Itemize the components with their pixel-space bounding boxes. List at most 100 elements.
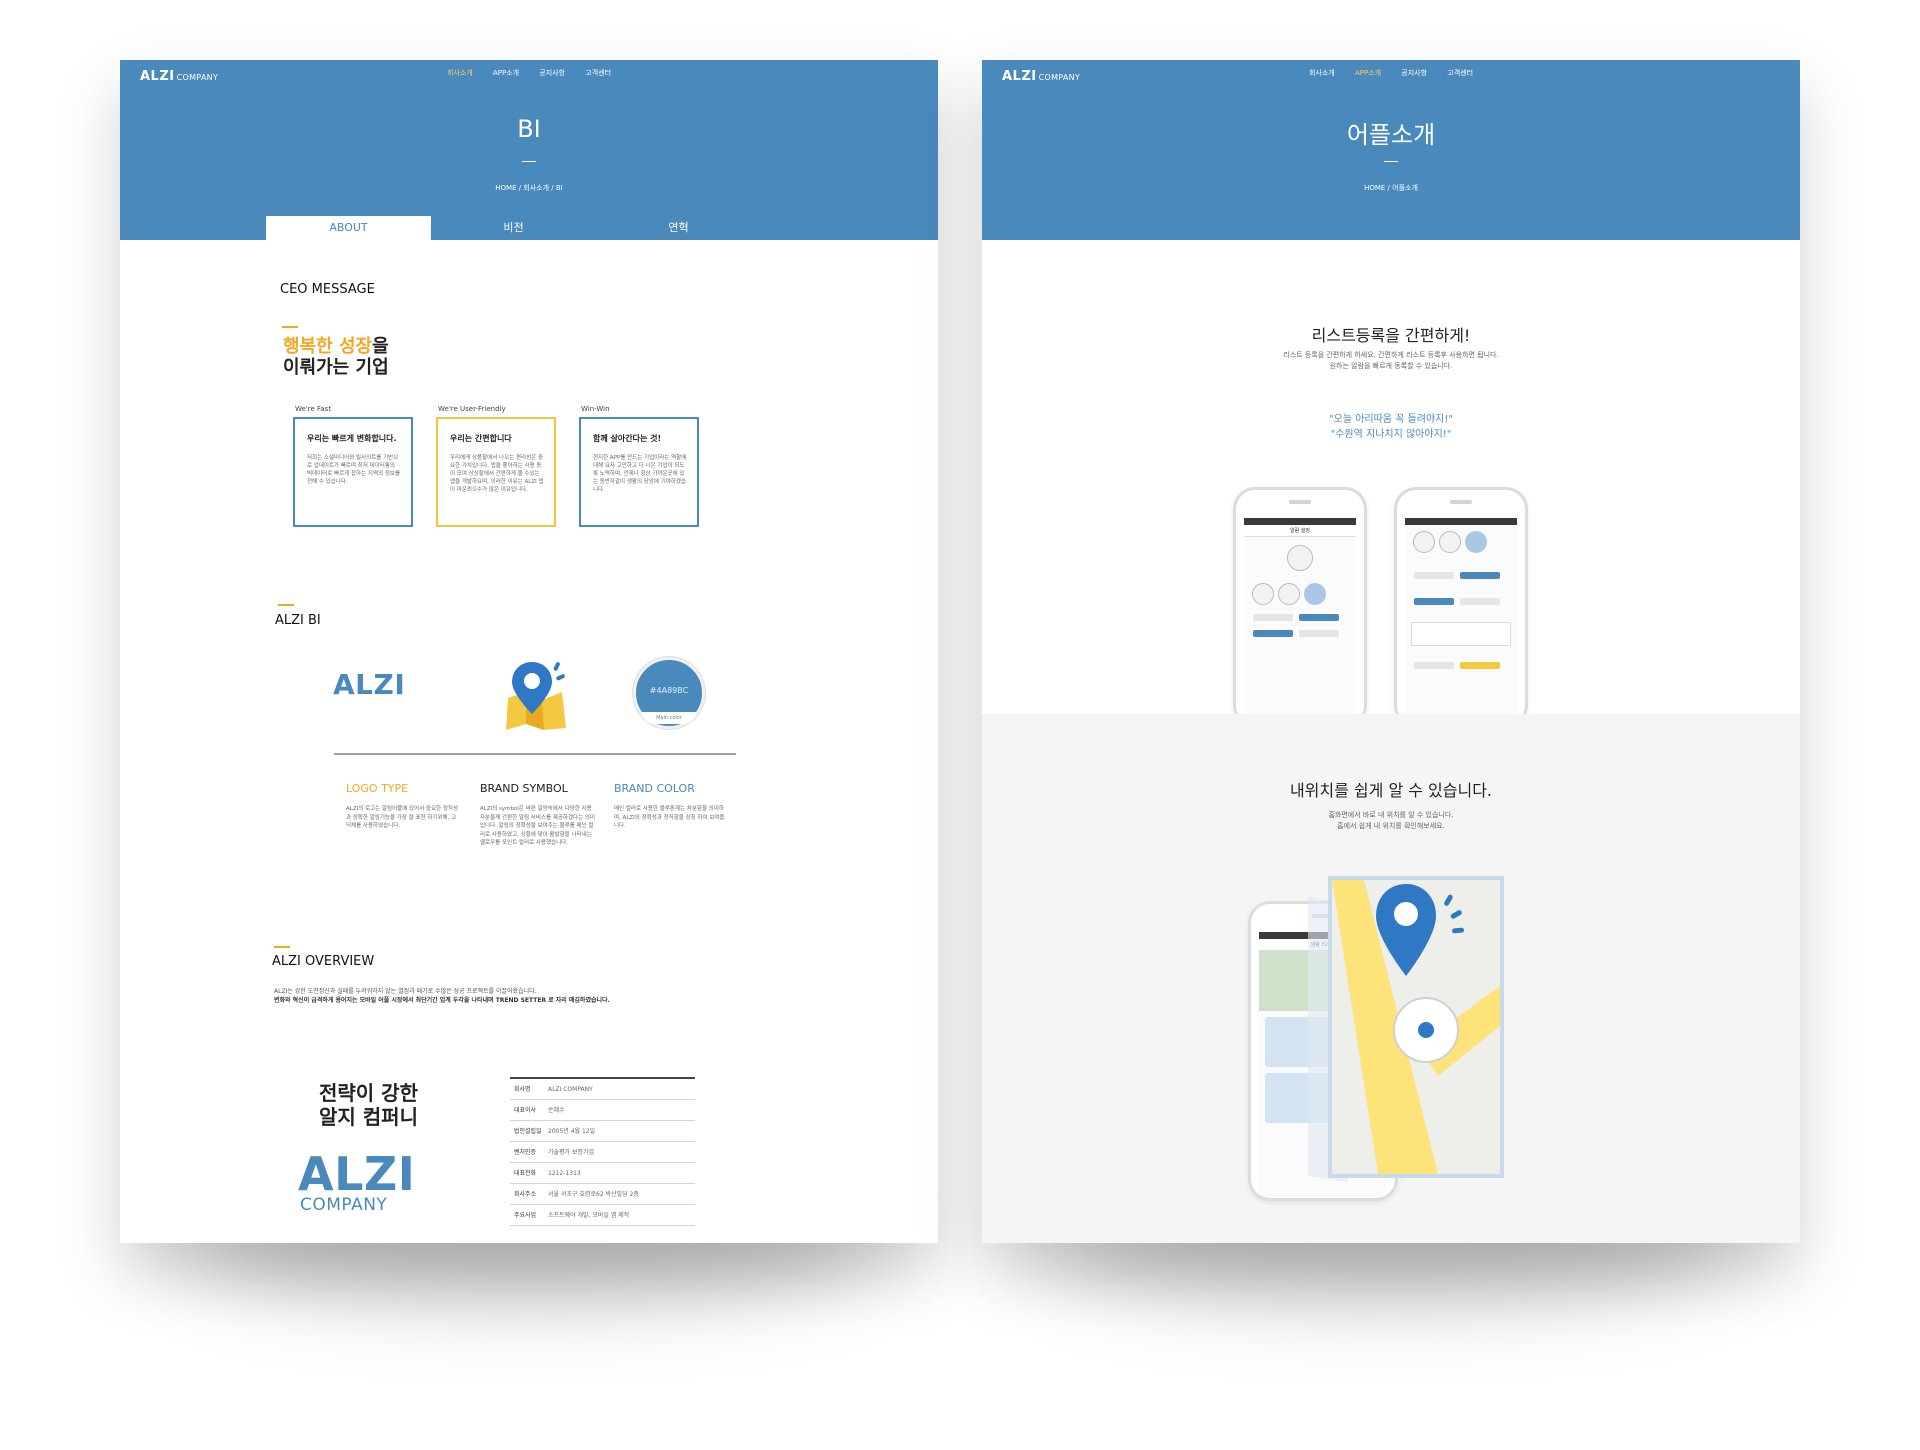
phone-screen <box>1405 518 1517 724</box>
nav-item-notice[interactable]: 공지사항 <box>1401 68 1427 78</box>
phone-mockup-alarm-form <box>1394 487 1528 727</box>
value-label: We're User-Friendly <box>438 405 506 413</box>
nav-item-app[interactable]: APP소개 <box>493 68 519 78</box>
quote-line: "오늘 아리따움 꼭 들려야지!" <box>1329 414 1453 425</box>
slogan-line: 전략이 강한 <box>319 1081 418 1105</box>
value-card: 함께 살아간다는 것! 현지한 APP를 만드는 기업이라는 역할에 대해 요자… <box>579 417 699 527</box>
toggle-button[interactable] <box>1253 614 1293 621</box>
info-value: 손혜수 <box>548 1107 565 1114</box>
info-value: 소프트웨어 개발, 모바일 앱 제작 <box>548 1212 630 1219</box>
main-nav: 회사소개 APP소개 공지사항 고객센터 <box>982 68 1800 78</box>
section-accent <box>274 946 290 948</box>
info-row: 법인설립일 2005년 4월 12일 <box>510 1121 695 1142</box>
overview-title: ALZI OVERVIEW <box>272 954 375 969</box>
cancel-button[interactable] <box>1414 662 1454 669</box>
section-accent <box>278 604 294 606</box>
bi-col-body: 메인 컬러로 사용한 블루톤계는 차분함을 의미하며, ALZI의 정확성과 정… <box>614 806 725 829</box>
value-label: We're Fast <box>295 405 332 413</box>
hero-banner: ALZI COMPANY 회사소개 APP소개 공지사항 고객센터 어플소개 HO… <box>982 60 1800 240</box>
location-map-illustration <box>1308 876 1504 1182</box>
map-pin-icon <box>506 662 566 730</box>
phone-mockup-alarm-settings: 알람 설정 <box>1233 487 1367 727</box>
tab-vision[interactable]: 비전 <box>431 216 596 240</box>
page-title: 어플소개 <box>1346 121 1436 149</box>
slogan-highlight: 행복한 성장 <box>283 336 373 357</box>
info-key: 법인설립일 <box>514 1128 542 1135</box>
overview-line: ALZI는 강한 도전정신과 실패를 두려워하지 않는 열정과 패기로 수많은 … <box>274 988 537 995</box>
main-nav: 회사소개 APP소개 공지사항 고객센터 <box>120 68 938 78</box>
company-slogan: 전략이 강한 알지 컴퍼니 <box>319 1081 418 1129</box>
page-title: BI <box>517 115 541 143</box>
info-row: 회사명 ALZI COMPANY <box>510 1079 695 1100</box>
nav-item-company[interactable]: 회사소개 <box>1309 68 1335 78</box>
info-key: 회사주소 <box>514 1191 537 1198</box>
feature2-sub-line: 홈에서 쉽게 내 위치를 확인해보세요. <box>1337 822 1445 830</box>
feature1-sub-line: 원하는 알람을 빠르게 등록할 수 있습니다. <box>1329 362 1453 370</box>
info-key: 주요사업 <box>514 1212 537 1219</box>
button-row <box>1411 570 1511 582</box>
info-key: 벤처인증 <box>514 1149 537 1156</box>
option-icon[interactable] <box>1413 531 1435 553</box>
quote-line: "수원역 지나치지 않아야지!" <box>1330 429 1452 440</box>
feature1-quotes: "오늘 아리따움 꼭 들려야지!" "수원역 지나치지 않아야지!" <box>982 412 1800 442</box>
bi-section-title: ALZI BI <box>275 613 321 628</box>
info-key: 대표이사 <box>514 1107 537 1114</box>
title-divider <box>522 161 536 162</box>
phone-speaker <box>1289 500 1311 504</box>
toggle-button[interactable] <box>1414 598 1454 605</box>
feature1-title: 리스트등록을 간편하게! <box>1311 326 1471 345</box>
bi-col-body: ALZI의 로고는 알림어플에 있어서 중요한 정직성과 정확한 알림기능을 가… <box>346 806 459 829</box>
info-value: 2005년 4월 12일 <box>548 1128 596 1135</box>
nav-item-app[interactable]: APP소개 <box>1355 68 1381 78</box>
brand-color-swatch: #4A89BC Main color <box>633 657 705 729</box>
value-heading: 함께 살아간다는 것! <box>593 434 662 443</box>
feature2-subtitle: 홈화면에서 바로 내 위치를 알 수 있습니다. 홈에서 쉽게 내 위치를 확인… <box>982 810 1800 832</box>
option-icon[interactable] <box>1465 531 1487 553</box>
ceo-section-title: CEO MESSAGE <box>280 282 375 297</box>
option-icon[interactable] <box>1304 583 1326 605</box>
value-card: 우리는 간편합니다 우리에게 상품할에서 나오는 편리성은 중요한 가치입니다.… <box>436 417 556 527</box>
company-info-table: 회사명 ALZI COMPANY 대표이사 손혜수 법인설립일 2005년 4월 12… <box>510 1077 695 1226</box>
value-label: Win-Win <box>581 405 610 413</box>
button-row <box>1411 596 1511 608</box>
bi-logo: ALZI <box>333 668 406 701</box>
button-row <box>1250 612 1350 624</box>
face-icon <box>1244 543 1356 577</box>
phone-speaker <box>1450 500 1472 504</box>
nav-item-support[interactable]: 고객센터 <box>585 68 611 78</box>
info-row: 대표전화 1212-1313 <box>510 1163 695 1184</box>
toggle-button[interactable] <box>1253 630 1293 637</box>
info-value: 1212-1313 <box>548 1170 581 1177</box>
feature1-subtitle: 리스트 등록을 간편하게 하세요. 간편하게 리스트 등록후 사용하면 됩니다.… <box>982 350 1800 372</box>
overview-text: ALZI는 강한 도전정신과 실패를 두려워하지 않는 열정과 패기로 수많은 … <box>274 987 794 1005</box>
save-button[interactable] <box>1460 662 1500 669</box>
toggle-button[interactable] <box>1460 572 1500 579</box>
toggle-button[interactable] <box>1299 630 1339 637</box>
option-row <box>1411 529 1511 556</box>
nav-item-company[interactable]: 회사소개 <box>447 68 473 78</box>
memo-field[interactable] <box>1411 622 1511 646</box>
toggle-button[interactable] <box>1299 614 1339 621</box>
ceo-slogan: 행복한 성장을 이뤄가는 기업 <box>283 336 389 378</box>
info-row: 벤처인증 기술평가 보증기업 <box>510 1142 695 1163</box>
option-icon[interactable] <box>1278 583 1300 605</box>
info-row: 회사주소 서울 서초구 효령로62 박산빌딩 2층 <box>510 1184 695 1205</box>
sub-tabs: ABOUT 비전 연혁 <box>266 216 761 240</box>
nav-item-support[interactable]: 고객센터 <box>1447 68 1473 78</box>
value-heading: 우리는 빠르게 변화합니다. <box>307 434 397 443</box>
info-value: 기술평가 보증기업 <box>548 1149 595 1156</box>
overview-line-bold: 변화와 혁신이 급격하게 용어지는 모바일 어플 시장에서 최단기간 업계 두각… <box>274 997 610 1004</box>
toggle-button[interactable] <box>1414 572 1454 579</box>
nav-item-notice[interactable]: 공지사항 <box>539 68 565 78</box>
toggle-button[interactable] <box>1460 598 1500 605</box>
option-icon[interactable] <box>1439 531 1461 553</box>
value-card: 우리는 빠르게 변화합니다. 저희는 소셜미디어와 빌사의트를 기반으로 업데이… <box>293 417 413 527</box>
value-heading: 우리는 간편합니다 <box>450 434 512 443</box>
tab-about[interactable]: ABOUT <box>266 216 431 240</box>
option-icon[interactable] <box>1252 583 1274 605</box>
status-bar <box>1405 518 1517 525</box>
slogan-rest: 을 <box>372 336 389 357</box>
section-accent <box>282 326 298 328</box>
option-row <box>1250 581 1350 608</box>
tab-history[interactable]: 연혁 <box>596 216 761 240</box>
